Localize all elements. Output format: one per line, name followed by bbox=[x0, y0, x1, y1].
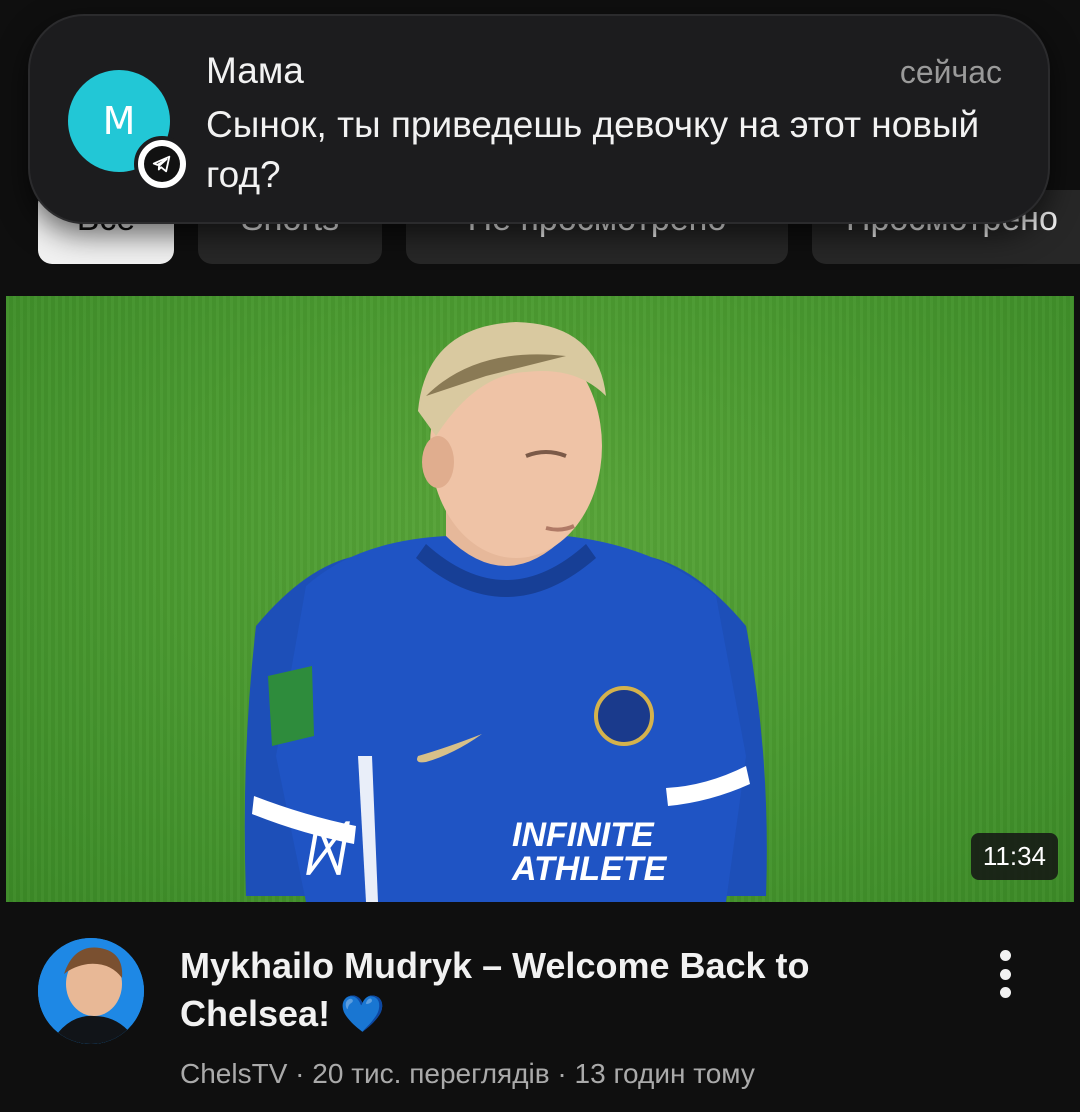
video-title[interactable]: Mykhailo Mudryk – Welcome Back to Chelse… bbox=[180, 942, 880, 1038]
dot bbox=[999, 950, 1011, 961]
channel-avatar-image bbox=[38, 938, 144, 1044]
upload-age: 13 годин тому bbox=[574, 1058, 755, 1089]
dot bbox=[999, 987, 1011, 998]
channel-avatar[interactable] bbox=[38, 938, 144, 1044]
notification-message: Сынок, ты приведешь девочку на этот новы… bbox=[206, 104, 980, 195]
more-options-button[interactable] bbox=[980, 944, 1030, 1004]
video-subtitle: ChelsTV · 20 тис. переглядів · 13 годин … bbox=[180, 1058, 755, 1090]
notification-time: сейчас bbox=[899, 54, 1002, 90]
separator: · bbox=[295, 1058, 305, 1089]
dot bbox=[999, 968, 1011, 980]
notification-sender: Мама bbox=[206, 50, 304, 91]
duration-badge: 11:34 bbox=[970, 833, 1058, 880]
separator: · bbox=[557, 1058, 567, 1089]
player-illustration: ᛞ INFINITE ATHLETE bbox=[244, 322, 767, 902]
svg-text:INFINITE: INFINITE bbox=[512, 816, 655, 854]
message-notification[interactable]: М Мама сейчас Сынок, ты приведешь девочк… bbox=[28, 14, 1050, 224]
telegram-icon bbox=[134, 136, 190, 192]
svg-text:ATHLETE: ATHLETE bbox=[511, 850, 668, 888]
video-thumbnail[interactable]: ᛞ INFINITE ATHLETE 11:34 bbox=[6, 296, 1074, 902]
channel-name[interactable]: ChelsTV bbox=[180, 1058, 287, 1089]
view-count: 20 тис. переглядів bbox=[312, 1058, 550, 1089]
